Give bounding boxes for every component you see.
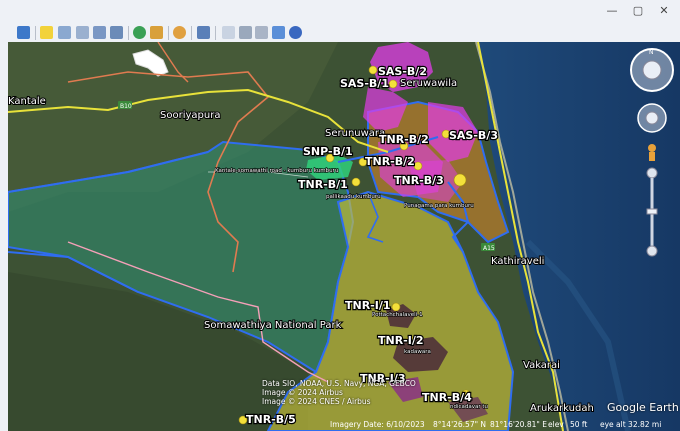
block-label: TNR-I/2 xyxy=(378,334,424,347)
status-bar: Imagery Date: 6/10/2023 8°14'26.57" N 81… xyxy=(330,420,680,431)
pegman-body xyxy=(649,152,655,161)
place-label-vakarai: Vakarai xyxy=(523,360,560,371)
email-icon[interactable] xyxy=(222,26,235,39)
earth-gallery-icon[interactable] xyxy=(289,26,302,39)
move-center[interactable] xyxy=(645,111,659,125)
path-icon[interactable] xyxy=(76,26,89,39)
imagery-date: Imagery Date: 6/10/2023 xyxy=(330,420,425,429)
close-button[interactable]: ✕ xyxy=(655,3,673,19)
longitude: 81°16'20.81" E xyxy=(490,420,547,429)
elevation-value: 50 ft xyxy=(570,420,588,429)
minimize-button[interactable]: — xyxy=(603,3,621,19)
credit-line: Image © 2024 Airbus xyxy=(262,388,343,397)
latitude: 8°14'26.57" N xyxy=(433,420,487,429)
credit-line: Data SIO, NOAA, U.S. Navy, NGA, GEBCO xyxy=(262,379,416,388)
place-label-arukarkudah: Arukarkudah xyxy=(530,403,594,414)
map-canvas[interactable]: B10 A15 Kantale Sooriyapura Seruwawila S… xyxy=(8,42,680,431)
google-earth-logo: Google Earth xyxy=(607,401,679,414)
view-in-maps-icon[interactable] xyxy=(272,26,285,39)
pushpin-icon[interactable] xyxy=(368,65,378,75)
north-indicator: N xyxy=(649,49,654,56)
overlay-icon[interactable] xyxy=(93,26,106,39)
place-label-sooriyapura: Sooriyapura xyxy=(160,110,220,121)
small-label: Kantale-somawathi road - kumburu kumburu xyxy=(215,168,338,174)
block-label: TNR-B/1 xyxy=(298,178,348,191)
zoom-in-button[interactable] xyxy=(646,167,658,179)
block-label: SNP-B/1 xyxy=(303,145,353,158)
place-label-seruwawila: Seruwawila xyxy=(400,78,457,89)
sun-icon[interactable] xyxy=(150,26,163,39)
window-titlebar: — ▢ ✕ xyxy=(0,0,680,24)
map-view[interactable]: B10 A15 Kantale Sooriyapura Seruwawila S… xyxy=(8,42,680,431)
historical-imagery-icon[interactable] xyxy=(133,26,146,39)
block-label: TNR-B/3 xyxy=(394,174,444,187)
block-label: SAS-B/3 xyxy=(449,129,498,142)
maximize-button[interactable]: ▢ xyxy=(629,3,647,19)
elevation-label: elev xyxy=(548,420,564,429)
place-label-somawathiya: Somawathiya National Park xyxy=(204,320,342,331)
block-label: TNR-I/1 xyxy=(345,299,391,312)
zoom-out-button[interactable] xyxy=(646,245,658,257)
ruler-icon[interactable] xyxy=(197,26,210,39)
toolbar xyxy=(0,24,680,43)
save-image-icon[interactable] xyxy=(255,26,268,39)
road-label-b10: B10 xyxy=(120,103,132,110)
sidebar-toggle-icon[interactable] xyxy=(17,26,30,39)
pushpin-icon[interactable] xyxy=(413,161,423,171)
pushpin-icon[interactable] xyxy=(351,177,361,187)
pushpin-icon[interactable] xyxy=(391,302,401,312)
small-label: kadawara xyxy=(404,349,431,355)
eye-altitude: eye alt 32.82 mi xyxy=(600,420,662,429)
navigation-controls: N xyxy=(628,46,676,258)
place-label-serunuwara: Serunuwara xyxy=(325,128,385,139)
print-icon[interactable] xyxy=(239,26,252,39)
zoom-slider-thumb[interactable] xyxy=(646,208,658,215)
polygon-icon[interactable] xyxy=(58,26,71,39)
pushpin-icon[interactable] xyxy=(388,79,398,89)
credit-line: Image © 2024 CNES / Airbus xyxy=(262,397,371,406)
block-label: SAS-B/1 xyxy=(340,77,389,90)
place-label-kantale: Kantale xyxy=(8,96,46,107)
small-label: Pottachchalaveli-1 xyxy=(372,312,423,318)
small-label: ndicadavar tu xyxy=(450,404,488,410)
place-label-kathiraveli: Kathiraveli xyxy=(491,256,544,267)
road-label-a15: A15 xyxy=(483,245,495,252)
block-label: TNR-B/2 xyxy=(379,133,429,146)
pushpin-icon[interactable] xyxy=(453,173,467,187)
imagery-credits: Data SIO, NOAA, U.S. Navy, NGA, GEBCO Im… xyxy=(262,379,416,406)
placemark-icon[interactable] xyxy=(40,26,53,39)
planets-icon[interactable] xyxy=(173,26,186,39)
look-center[interactable] xyxy=(642,60,662,80)
record-tour-icon[interactable] xyxy=(110,26,123,39)
street-view-pegman-icon[interactable] xyxy=(648,144,656,152)
small-label: pallikaadu kumburu xyxy=(326,194,381,200)
small-label: Punagama para kumburu xyxy=(404,203,474,209)
block-label: TNR-B/5 xyxy=(246,413,296,426)
block-label: TNR-B/2 xyxy=(365,155,415,168)
block-label: TNR-B/4 xyxy=(422,391,472,404)
